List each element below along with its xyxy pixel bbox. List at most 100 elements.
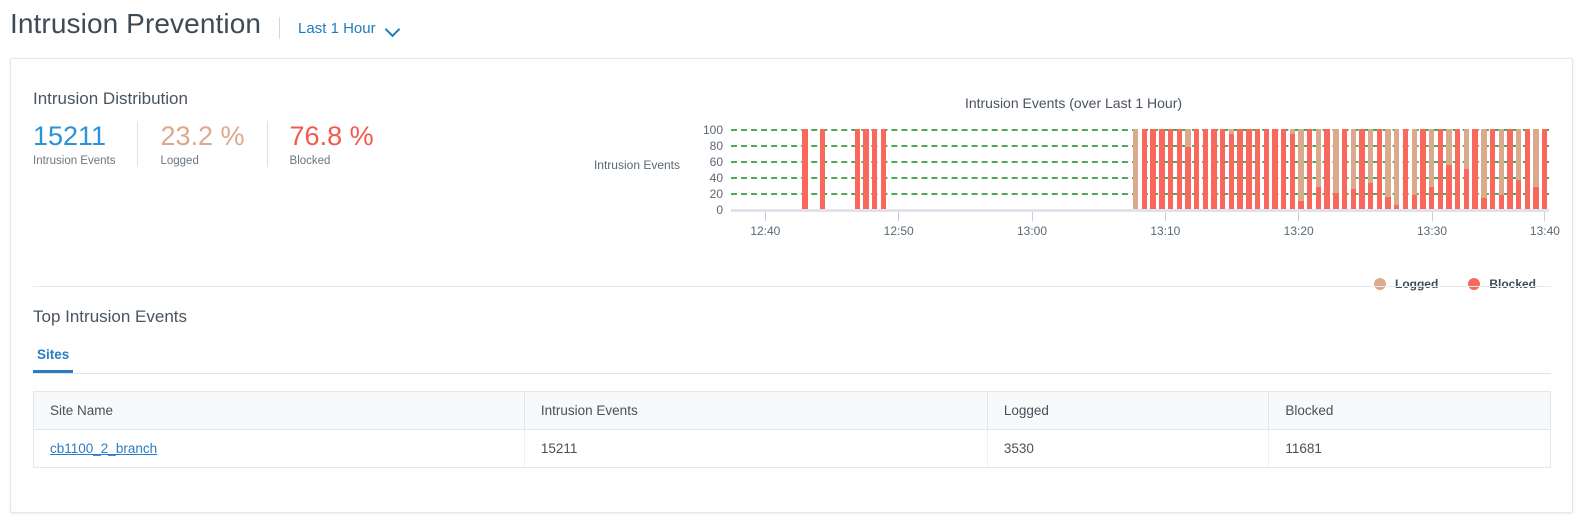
legend-label: Blocked [1489, 277, 1536, 291]
chart-bar[interactable] [1524, 129, 1531, 209]
bar-slot [1010, 129, 1019, 209]
chart-bar[interactable] [1428, 129, 1435, 209]
bar-slot [1192, 129, 1201, 209]
chart-bar[interactable] [1211, 129, 1217, 209]
chart-bar[interactable] [1542, 129, 1548, 209]
chart-bar[interactable] [1455, 129, 1461, 209]
bar-slot [827, 129, 836, 209]
chart-bar[interactable] [1167, 129, 1174, 209]
legend-item-blocked[interactable]: Blocked [1468, 277, 1536, 291]
bar-slot [783, 129, 792, 209]
chart-bar[interactable] [1228, 129, 1235, 209]
column-header-site-name[interactable]: Site Name [34, 392, 525, 430]
chart-bar[interactable] [871, 129, 878, 209]
bar-segment-logged [1367, 129, 1374, 184]
chart-bar[interactable] [1446, 129, 1452, 209]
chart-bar[interactable] [1307, 129, 1313, 209]
chart-bar[interactable] [1289, 129, 1296, 209]
bar-slot [1036, 129, 1045, 209]
chart-bar[interactable] [1254, 129, 1261, 209]
cell-site-name[interactable]: cb1100_2_branch [34, 429, 525, 467]
chart-legend: Logged Blocked [1373, 277, 1536, 291]
chart-bar[interactable] [1359, 129, 1365, 209]
chart-bar[interactable] [1263, 129, 1269, 209]
chart-bar[interactable] [1385, 129, 1391, 209]
bar-slot [914, 129, 923, 209]
content-card: Intrusion Distribution 15211 Intrusion Ev… [10, 58, 1573, 531]
chart-bar[interactable] [1481, 129, 1487, 209]
bar-segment-logged [1498, 129, 1504, 196]
chart-bar[interactable] [1280, 129, 1287, 209]
tick-mark [1164, 212, 1166, 221]
chart-bar[interactable] [1376, 129, 1383, 209]
chart-bar[interactable] [1341, 129, 1348, 209]
chart-bar[interactable] [802, 129, 808, 209]
chart-bar[interactable] [1420, 129, 1426, 209]
bar-slot [1436, 129, 1445, 209]
chart-bar[interactable] [1411, 129, 1417, 209]
tab-sites[interactable]: Sites [33, 347, 74, 373]
cell-logged: 3530 [987, 429, 1270, 467]
chart-bar[interactable] [1367, 129, 1374, 209]
chart-bar[interactable] [819, 129, 826, 209]
bar-segment-blocked [1272, 129, 1278, 209]
chart-bar[interactable] [1185, 129, 1191, 209]
bar-segment-blocked [1298, 201, 1304, 209]
x-tick-label: 13:00 [1017, 224, 1048, 238]
chart-bar[interactable] [1176, 129, 1182, 209]
column-header-blocked[interactable]: Blocked [1268, 392, 1550, 430]
chart-bar[interactable] [1402, 129, 1409, 209]
chart-bar[interactable] [1133, 129, 1139, 209]
chart-bar[interactable] [1202, 129, 1209, 209]
column-header-intrusion-events[interactable]: Intrusion Events [524, 392, 988, 430]
chart-bar[interactable] [1350, 129, 1356, 209]
chart-bar[interactable] [1498, 129, 1504, 209]
chart-bar[interactable] [854, 129, 860, 209]
chart-bar[interactable] [1507, 129, 1513, 209]
chart-bar[interactable] [1159, 129, 1165, 209]
bar-slot [1105, 129, 1114, 209]
x-tick-label: 13:30 [1417, 224, 1448, 238]
bar-slot [862, 129, 871, 209]
site-name-link[interactable]: cb1100_2_branch [50, 441, 157, 456]
chart-bar[interactable] [863, 129, 869, 209]
chart-bar[interactable] [1463, 129, 1470, 209]
chart-bar[interactable] [1394, 129, 1400, 209]
chart-bar[interactable] [1489, 129, 1496, 209]
chart-bar[interactable] [1472, 129, 1478, 209]
chart-bar[interactable] [1324, 129, 1330, 209]
chart-bar[interactable] [1315, 129, 1322, 209]
chart-bar[interactable] [1533, 129, 1539, 209]
bar-segment-blocked [1220, 129, 1226, 209]
time-range-selector[interactable]: Last 1 Hour [298, 20, 400, 37]
bar-slot [1305, 129, 1314, 209]
chart-bar[interactable] [1237, 129, 1243, 209]
chevron-down-icon [386, 24, 400, 33]
bar-slot [1314, 129, 1323, 209]
y-tick-label: 100 [702, 123, 723, 137]
chart-bar[interactable] [1193, 129, 1200, 209]
chart-bar[interactable] [1515, 129, 1522, 209]
bar-slot [922, 129, 931, 209]
chart-bar[interactable] [1333, 129, 1339, 209]
column-header-logged[interactable]: Logged [987, 392, 1270, 430]
chart-bar[interactable] [880, 129, 886, 209]
legend-item-logged[interactable]: Logged [1373, 277, 1438, 291]
chart-bar[interactable] [1437, 129, 1443, 209]
chart-bar[interactable] [1150, 129, 1156, 209]
bar-slot [1375, 129, 1384, 209]
bar-slot [757, 129, 766, 209]
bar-segment-logged [1463, 129, 1470, 169]
chart-bar[interactable] [1141, 129, 1148, 209]
bar-slot [1157, 129, 1166, 209]
x-tick-label: 12:50 [883, 224, 914, 238]
chart-bar[interactable] [1220, 129, 1226, 209]
chart-bar[interactable] [1272, 129, 1278, 209]
bar-slot [896, 129, 905, 209]
bar-segment-logged [1298, 129, 1304, 201]
chart-bar[interactable] [1246, 129, 1252, 209]
bar-slot [1532, 129, 1541, 209]
bar-slot [1062, 129, 1071, 209]
bar-segment-blocked [1455, 129, 1461, 209]
chart-bar[interactable] [1298, 129, 1304, 209]
